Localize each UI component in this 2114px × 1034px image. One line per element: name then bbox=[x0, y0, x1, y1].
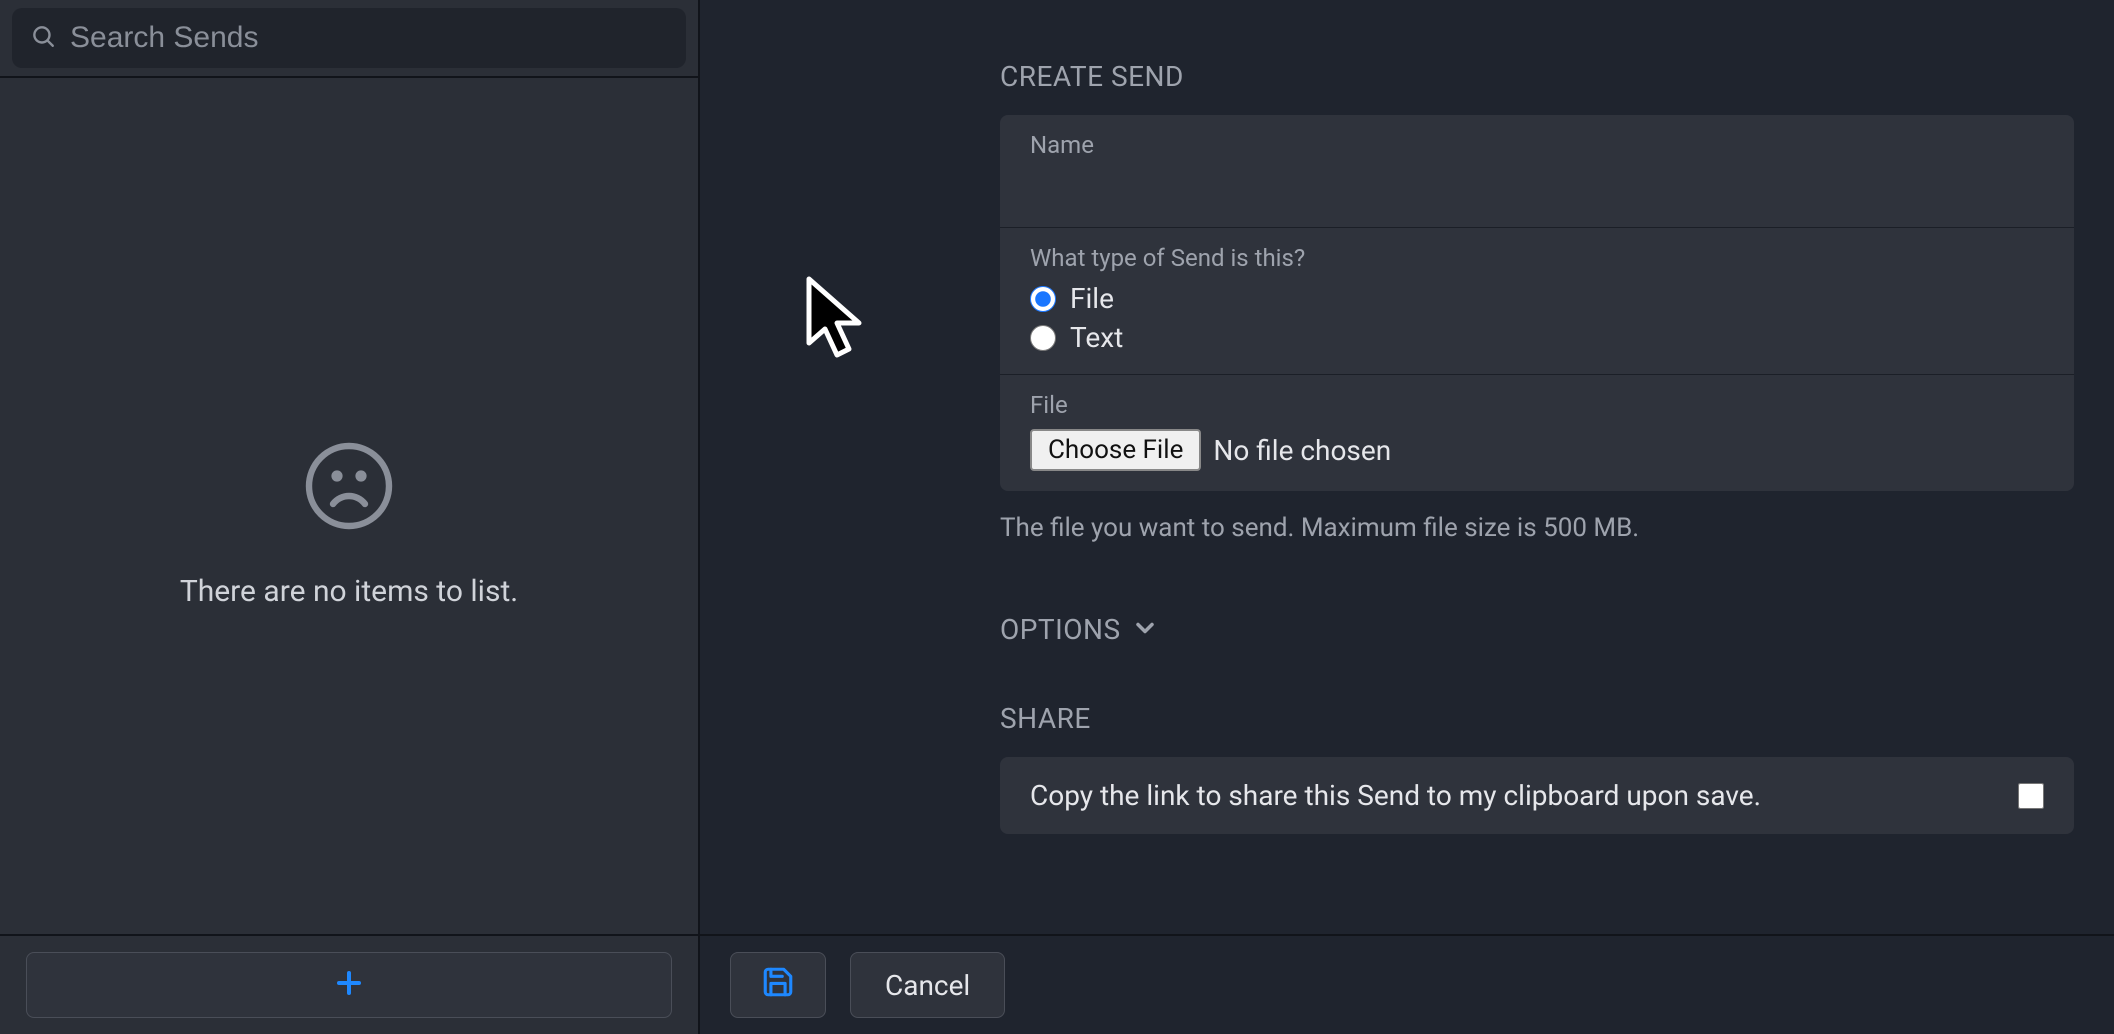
cancel-label: Cancel bbox=[885, 969, 970, 1002]
save-icon bbox=[761, 965, 795, 1006]
plus-icon bbox=[334, 968, 364, 1002]
save-button[interactable] bbox=[730, 952, 826, 1018]
share-copy-label: Copy the link to share this Send to my c… bbox=[1030, 779, 1761, 812]
radio-row-file[interactable]: File bbox=[1030, 282, 2044, 315]
file-hint: The file you want to send. Maximum file … bbox=[1000, 513, 2074, 543]
right-pane: CREATE SEND Name What type of Send is th… bbox=[700, 0, 2114, 1034]
name-field: Name bbox=[1000, 115, 2074, 228]
file-field: File Choose File No file chosen bbox=[1000, 375, 2074, 491]
cancel-button[interactable]: Cancel bbox=[850, 952, 1005, 1018]
right-footer: Cancel bbox=[700, 934, 2114, 1034]
radio-row-text[interactable]: Text bbox=[1030, 321, 2044, 354]
search-input[interactable] bbox=[70, 21, 668, 55]
right-content: CREATE SEND Name What type of Send is th… bbox=[700, 0, 2114, 934]
options-label: OPTIONS bbox=[1000, 613, 1121, 646]
type-radio-group: File Text bbox=[1030, 282, 2044, 354]
frown-icon bbox=[301, 438, 397, 538]
radio-file[interactable] bbox=[1030, 286, 1056, 312]
file-section-label: File bbox=[1030, 391, 2044, 419]
share-copy-checkbox[interactable] bbox=[2018, 783, 2044, 809]
add-send-button[interactable] bbox=[26, 952, 672, 1018]
type-question-label: What type of Send is this? bbox=[1030, 244, 2044, 272]
create-send-card: Name What type of Send is this? File Tex… bbox=[1000, 115, 2074, 491]
radio-file-label: File bbox=[1070, 282, 1114, 315]
type-field: What type of Send is this? File Text bbox=[1000, 228, 2074, 375]
search-box[interactable] bbox=[12, 8, 686, 68]
no-file-text: No file chosen bbox=[1213, 434, 1391, 467]
name-input[interactable] bbox=[1030, 169, 2044, 207]
radio-text[interactable] bbox=[1030, 325, 1056, 351]
search-wrap bbox=[0, 0, 698, 78]
empty-state: There are no items to list. bbox=[0, 78, 698, 934]
search-icon bbox=[30, 23, 56, 53]
choose-file-button[interactable]: Choose File bbox=[1030, 429, 1201, 471]
file-row: Choose File No file chosen bbox=[1030, 429, 2044, 471]
app-root: There are no items to list. CREATE SEND … bbox=[0, 0, 2114, 1034]
radio-text-label: Text bbox=[1070, 321, 1123, 354]
chevron-down-icon bbox=[1131, 614, 1159, 646]
left-pane: There are no items to list. bbox=[0, 0, 700, 1034]
options-toggle[interactable]: OPTIONS bbox=[1000, 613, 2074, 646]
name-label: Name bbox=[1030, 131, 2044, 159]
share-copy-row[interactable]: Copy the link to share this Send to my c… bbox=[1000, 757, 2074, 834]
empty-text: There are no items to list. bbox=[180, 574, 518, 609]
share-heading: SHARE bbox=[1000, 702, 2074, 735]
create-send-heading: CREATE SEND bbox=[1000, 60, 2074, 93]
left-footer bbox=[0, 934, 698, 1034]
